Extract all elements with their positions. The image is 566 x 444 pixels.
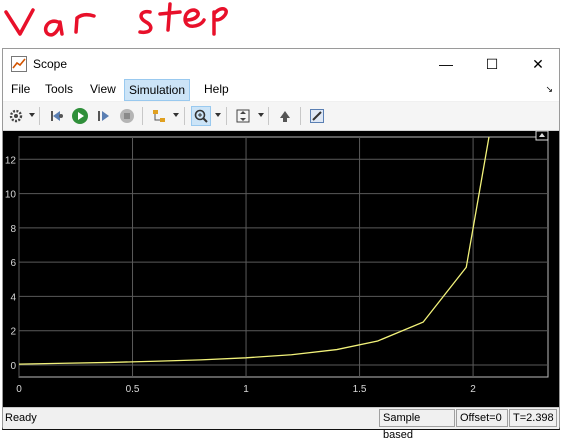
toolbar: [3, 102, 559, 131]
y-tick-label: 2: [10, 327, 16, 338]
signal-selector-icon[interactable]: [149, 106, 169, 126]
zoom-icon[interactable]: [191, 106, 211, 126]
y-tick-label: 0: [10, 361, 16, 372]
x-tick-label: 2: [470, 384, 476, 395]
x-tick-label: 1: [243, 384, 249, 395]
minimize-button[interactable]: —: [423, 49, 469, 79]
menu-bar: File Tools View Simulation Help ↘: [3, 79, 559, 101]
x-tick-label: 1.5: [353, 384, 367, 395]
step-forward-icon[interactable]: [94, 106, 114, 126]
scope-window: Scope — ☐ ✕ File Tools View Simulation H…: [2, 48, 560, 441]
menu-view[interactable]: View: [90, 82, 116, 96]
autoscale-dropdown-icon[interactable]: [258, 113, 264, 117]
menu-help[interactable]: Help: [204, 82, 229, 96]
scope-plot[interactable]: 0 2 4 6 8 10 12 0 0.5 1 1.5 2: [3, 131, 559, 407]
handwritten-annotation: [4, 2, 228, 37]
status-time: T=2.398: [509, 409, 557, 427]
y-tick-label: 4: [10, 292, 16, 303]
simulink-scope-icon: [11, 56, 27, 72]
y-tick-label: 6: [10, 258, 16, 269]
zoom-dropdown-icon[interactable]: [215, 113, 221, 117]
status-bar: Ready Sample based Offset=0 T=2.398: [3, 407, 559, 441]
x-tick-label: 0.5: [126, 384, 140, 395]
highlight-icon[interactable]: [275, 106, 295, 126]
status-mode: Sample based: [379, 409, 455, 441]
menu-tools[interactable]: Tools: [45, 82, 73, 96]
menu-simulation[interactable]: Simulation: [124, 79, 191, 101]
status-offset: Offset=0: [456, 409, 508, 427]
title-bar: Scope — ☐ ✕: [3, 49, 559, 79]
close-button[interactable]: ✕: [515, 49, 561, 79]
autoscale-icon[interactable]: [233, 106, 253, 126]
x-tick-label: 0: [16, 384, 22, 395]
window-title: Scope: [33, 57, 68, 71]
y-tick-label: 8: [10, 224, 16, 235]
signal-dropdown-icon[interactable]: [173, 113, 179, 117]
y-tick-label: 10: [5, 190, 17, 201]
stop-icon[interactable]: [117, 106, 137, 126]
step-back-icon[interactable]: [47, 106, 67, 126]
gear-dropdown-icon[interactable]: [29, 113, 35, 117]
properties-icon[interactable]: [307, 106, 327, 126]
y-tick-label: 12: [5, 155, 17, 166]
gear-icon[interactable]: [6, 106, 26, 126]
status-ready: Ready: [5, 412, 37, 424]
menu-file[interactable]: File: [11, 82, 30, 96]
run-icon[interactable]: [70, 106, 90, 126]
line-chart: 0 2 4 6 8 10 12 0 0.5 1 1.5 2: [5, 131, 549, 395]
maximize-button[interactable]: ☐: [469, 49, 515, 79]
arrow-corner-icon[interactable]: ↘: [545, 84, 553, 95]
